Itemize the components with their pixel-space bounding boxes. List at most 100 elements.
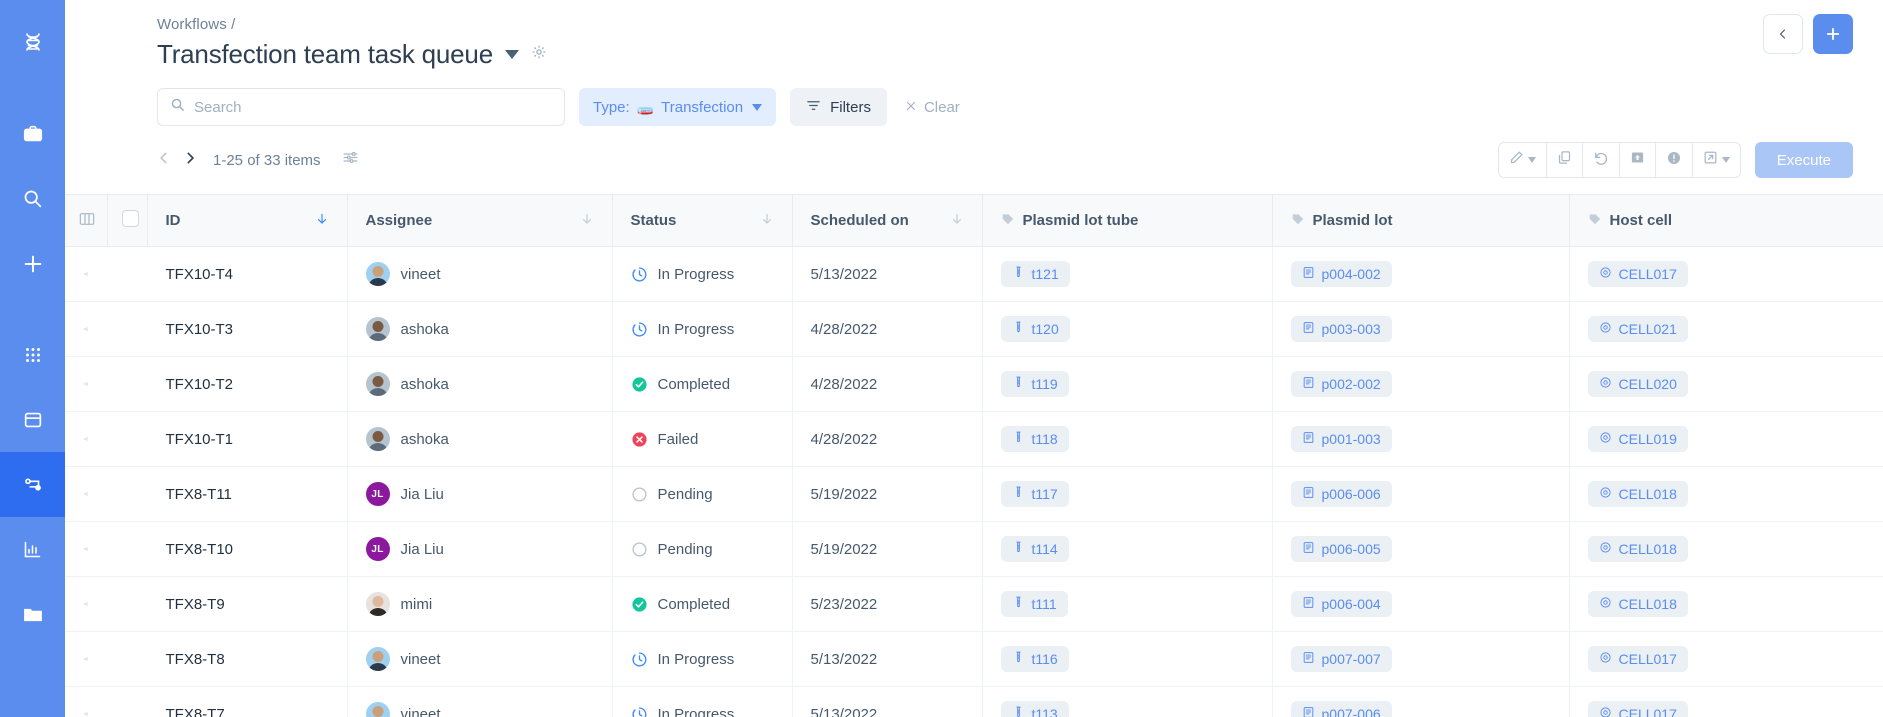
plasmid-lot-tube-chip[interactable]: t118 [1000, 426, 1069, 452]
row-select-cell[interactable] [107, 521, 147, 577]
host-cell-chip[interactable]: CELL018 [1587, 481, 1688, 507]
host-cell-chip[interactable]: CELL017 [1587, 701, 1688, 717]
plasmid-lot-chip[interactable]: p006-006 [1290, 481, 1392, 507]
title-dropdown-caret-icon[interactable] [504, 50, 519, 59]
alert-button[interactable] [1656, 143, 1693, 177]
plasmid-lot-tube-chip[interactable]: t117 [1000, 481, 1069, 507]
host-cell-chip[interactable]: CELL017 [1587, 261, 1688, 287]
open-row-icon[interactable] [83, 541, 89, 557]
table-row[interactable]: TFX8-T8 vineet In Progress 5/13/2022 t11… [65, 631, 1883, 687]
plasmid-lot-chip[interactable]: p002-002 [1290, 371, 1392, 397]
row-open-cell[interactable] [65, 686, 107, 717]
open-row-icon[interactable] [83, 486, 89, 502]
plasmid-lot-tube-chip[interactable]: t119 [1000, 371, 1069, 397]
row-open-cell[interactable] [65, 521, 107, 577]
add-task-button[interactable] [1813, 14, 1853, 54]
row-open-cell[interactable] [65, 356, 107, 412]
row-open-cell[interactable] [65, 411, 107, 467]
sidebar-item-logo[interactable] [0, 10, 65, 75]
column-header-status[interactable]: Status [612, 194, 793, 247]
edit-button[interactable] [1499, 143, 1547, 177]
table-settings-icon[interactable] [342, 149, 359, 171]
plasmid-lot-tube-chip[interactable]: t111 [1000, 591, 1068, 617]
plasmid-lot-tube-chip[interactable]: t120 [1000, 316, 1070, 342]
row-select-cell[interactable] [107, 246, 147, 302]
table-row[interactable]: TFX10-T3 ashoka In Progress 4/28/2022 t1… [65, 301, 1883, 357]
plasmid-lot-chip[interactable]: p003-003 [1290, 316, 1392, 342]
duplicate-button[interactable] [1547, 143, 1583, 177]
host-cell-chip[interactable]: CELL018 [1587, 591, 1688, 617]
row-select-cell[interactable] [107, 411, 147, 467]
row-open-cell[interactable] [65, 576, 107, 632]
column-header-id[interactable]: ID [147, 194, 348, 247]
sidebar-item-registry[interactable] [0, 582, 65, 647]
next-page-button[interactable] [183, 150, 197, 171]
column-toggle-header[interactable] [65, 194, 108, 247]
row-open-cell[interactable] [65, 466, 107, 522]
host-cell-chip[interactable]: CELL021 [1587, 316, 1688, 342]
back-button[interactable] [1763, 14, 1803, 54]
plasmid-lot-tube-chip[interactable]: t114 [1000, 536, 1069, 562]
sidebar-item-insights[interactable] [0, 517, 65, 582]
select-all-checkbox[interactable] [121, 210, 139, 227]
column-header-scheduled-on[interactable]: Scheduled on [792, 194, 983, 247]
column-header-host-cell[interactable]: Host cell [1569, 194, 1883, 247]
sidebar-item-apps[interactable] [0, 322, 65, 387]
row-select-cell[interactable] [107, 301, 147, 357]
table-row[interactable]: TFX10-T4 vineet In Progress 5/13/2022 t1… [65, 246, 1883, 302]
open-row-icon[interactable] [83, 596, 89, 612]
plasmid-lot-chip[interactable]: p001-003 [1290, 426, 1392, 452]
plasmid-lot-chip[interactable]: p007-006 [1290, 701, 1392, 717]
sidebar-item-projects[interactable] [0, 101, 65, 166]
filters-button[interactable]: Filters [790, 88, 887, 126]
sidebar-item-create[interactable] [0, 231, 65, 296]
undo-button[interactable] [1583, 143, 1620, 177]
plasmid-lot-chip[interactable]: p006-004 [1290, 591, 1392, 617]
gear-icon[interactable] [531, 44, 547, 65]
plasmid-lot-chip[interactable]: p006-005 [1290, 536, 1392, 562]
table-row[interactable]: TFX8-T7 vineet In Progress 5/13/2022 t11… [65, 686, 1883, 717]
select-all-header[interactable] [107, 194, 148, 247]
sidebar-item-search[interactable] [0, 166, 65, 231]
export-button[interactable] [1693, 143, 1740, 177]
open-row-icon[interactable] [83, 266, 89, 282]
row-select-cell[interactable] [107, 631, 147, 687]
column-header-plasmid-lot-tube[interactable]: Plasmid lot tube [982, 194, 1273, 247]
open-row-icon[interactable] [83, 431, 89, 447]
plasmid-lot-tube-chip[interactable]: t121 [1000, 261, 1070, 287]
host-cell-chip[interactable]: CELL018 [1587, 536, 1688, 562]
table-row[interactable]: TFX8-T10 JL Jia Liu Pending 5/19/2022 t11… [65, 521, 1883, 577]
row-open-cell[interactable] [65, 631, 107, 687]
type-filter-chip[interactable]: Type: 🧫 Transfection [579, 88, 777, 126]
row-select-cell[interactable] [107, 466, 147, 522]
host-cell-chip[interactable]: CELL017 [1587, 646, 1688, 672]
open-row-icon[interactable] [83, 321, 89, 337]
table-row[interactable]: TFX10-T2 ashoka Completed 4/28/2022 t119… [65, 356, 1883, 412]
row-open-cell[interactable] [65, 301, 107, 357]
host-cell-chip[interactable]: CELL019 [1587, 426, 1688, 452]
sidebar-item-workflows[interactable] [0, 452, 65, 517]
table-row[interactable]: TFX8-T9 mimi Completed 5/23/2022 t111 p0… [65, 576, 1883, 632]
table-row[interactable]: TFX10-T1 ashoka Failed 4/28/2022 t118 p0… [65, 411, 1883, 467]
table-row[interactable]: TFX8-T11 JL Jia Liu Pending 5/19/2022 t11… [65, 466, 1883, 522]
sidebar-item-inventory[interactable] [0, 387, 65, 452]
open-row-icon[interactable] [83, 706, 89, 717]
open-row-icon[interactable] [83, 651, 89, 667]
row-select-cell[interactable] [107, 576, 147, 632]
search-input[interactable] [194, 98, 552, 116]
plasmid-lot-tube-chip[interactable]: t116 [1000, 646, 1069, 672]
clear-filters-button[interactable]: Clear [905, 99, 960, 116]
prev-page-button[interactable] [157, 150, 171, 171]
search-box[interactable] [157, 88, 565, 126]
plasmid-lot-tube-chip[interactable]: t113 [1000, 701, 1069, 717]
column-header-assignee[interactable]: Assignee [347, 194, 613, 247]
row-select-cell[interactable] [107, 356, 147, 412]
archive-button[interactable] [1620, 143, 1656, 177]
plasmid-lot-chip[interactable]: p004-002 [1290, 261, 1392, 287]
plasmid-lot-chip[interactable]: p007-007 [1290, 646, 1392, 672]
row-select-cell[interactable] [107, 686, 147, 717]
host-cell-chip[interactable]: CELL020 [1587, 371, 1688, 397]
row-open-cell[interactable] [65, 246, 107, 302]
breadcrumb[interactable]: Workflows / [157, 16, 1853, 33]
open-row-icon[interactable] [83, 376, 89, 392]
